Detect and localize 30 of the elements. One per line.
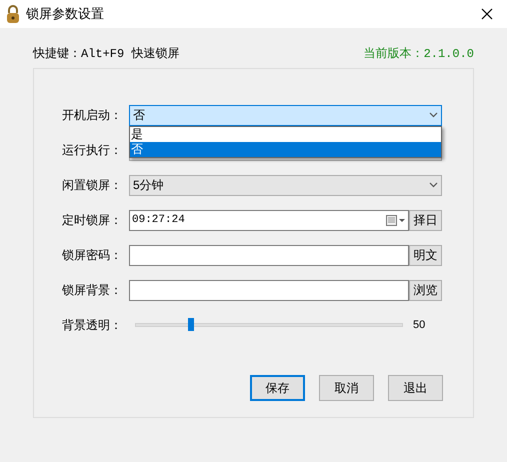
field-label: 背景透明： [62,317,123,334]
version-text: 当前版本：2.1.0.0 [364,46,474,63]
hotkey-text: 快捷键：Alt+F9 快速锁屏 [33,46,180,63]
date-button[interactable]: 择日 [409,210,442,230]
field-label: 闲置锁屏： [62,177,123,194]
dropdown-field[interactable]: 否 [129,104,442,126]
dialog-button[interactable]: 退出 [388,375,443,401]
field-label: 开机启动： [62,107,123,124]
calendar-icon[interactable] [386,214,406,226]
text-field[interactable] [129,244,409,266]
dropdown-option[interactable]: 否 [130,142,441,157]
chevron-icon [429,182,438,188]
side-button[interactable]: 浏览 [409,280,442,300]
side-button[interactable]: 明文 [409,244,442,266]
time-field[interactable]: 09:27:24 [129,210,409,230]
dropdown-option[interactable]: 是 [130,127,441,142]
dialog-button[interactable]: 取消 [319,375,374,401]
chevron-icon [429,112,438,118]
window-title: 锁屏参数设置 [26,5,104,24]
field-label: 锁屏密码： [62,247,123,264]
close-icon[interactable] [481,8,493,20]
field-label: 定时锁屏： [62,212,123,229]
field-label: 运行执行： [62,142,123,159]
text-field[interactable] [129,280,409,300]
padlock-icon [6,5,20,23]
slider-thumb[interactable] [188,318,194,331]
dialog-button[interactable]: 保存 [250,375,305,401]
field-label: 锁屏背景： [62,282,123,299]
slider-value: 50 [413,318,426,333]
dropdown-field[interactable]: 5分钟 [129,174,442,196]
